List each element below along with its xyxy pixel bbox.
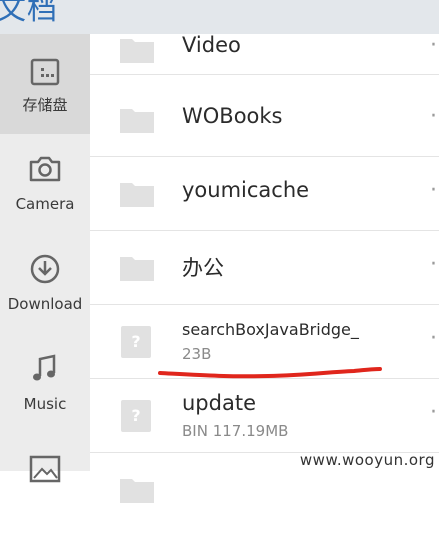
camera-icon xyxy=(29,156,61,182)
folder-icon xyxy=(120,479,154,503)
list-item[interactable]: 办公 · xyxy=(90,230,439,305)
sidebar-item-download[interactable]: Download xyxy=(0,234,90,334)
list-item[interactable]: youmicache · xyxy=(90,156,439,231)
more-icon[interactable]: · xyxy=(430,402,439,424)
folder-icon xyxy=(120,257,154,281)
music-icon xyxy=(33,354,56,381)
sidebar-item-camera[interactable]: Camera xyxy=(0,134,90,234)
sidebar-item-music[interactable]: Music xyxy=(0,334,90,434)
unknown-file-icon: ? xyxy=(121,326,151,358)
file-name: 办公 xyxy=(182,256,224,280)
file-name: WOBooks xyxy=(182,104,283,128)
file-name: Video xyxy=(182,33,241,57)
image-icon xyxy=(29,455,61,483)
sidebar: 存储盘 Camera Download Music xyxy=(0,34,90,483)
folder-icon xyxy=(120,183,154,207)
app-title: 文档 xyxy=(0,0,58,27)
file-name: youmicache xyxy=(182,178,310,202)
watermark: www.wooyun.org xyxy=(299,451,435,469)
folder-icon xyxy=(120,109,154,133)
file-name: searchBoxJavaBridge_ xyxy=(182,320,359,339)
more-icon[interactable]: · xyxy=(430,254,439,276)
file-meta: 23B xyxy=(182,345,212,363)
more-icon[interactable]: · xyxy=(430,35,439,57)
top-bar: 文档 xyxy=(0,0,439,34)
file-list: Video · WOBooks · youmicache · 办公 · ? se… xyxy=(90,33,439,503)
red-underline-annotation xyxy=(158,367,382,379)
more-icon[interactable]: · xyxy=(430,328,439,350)
sidebar-item-storage[interactable]: 存储盘 xyxy=(0,34,90,134)
list-item[interactable]: ? update BIN 117.19MB · xyxy=(90,378,439,453)
file-meta: BIN 117.19MB xyxy=(182,422,289,440)
sidebar-item-images[interactable] xyxy=(0,434,90,534)
storage-icon xyxy=(30,58,60,86)
more-icon[interactable]: · xyxy=(430,106,439,128)
more-icon[interactable]: · xyxy=(430,180,439,202)
download-icon xyxy=(30,254,60,284)
list-item[interactable]: WOBooks · xyxy=(90,82,439,157)
file-name: update xyxy=(182,391,256,415)
unknown-file-icon: ? xyxy=(121,400,151,432)
folder-icon xyxy=(120,39,154,63)
